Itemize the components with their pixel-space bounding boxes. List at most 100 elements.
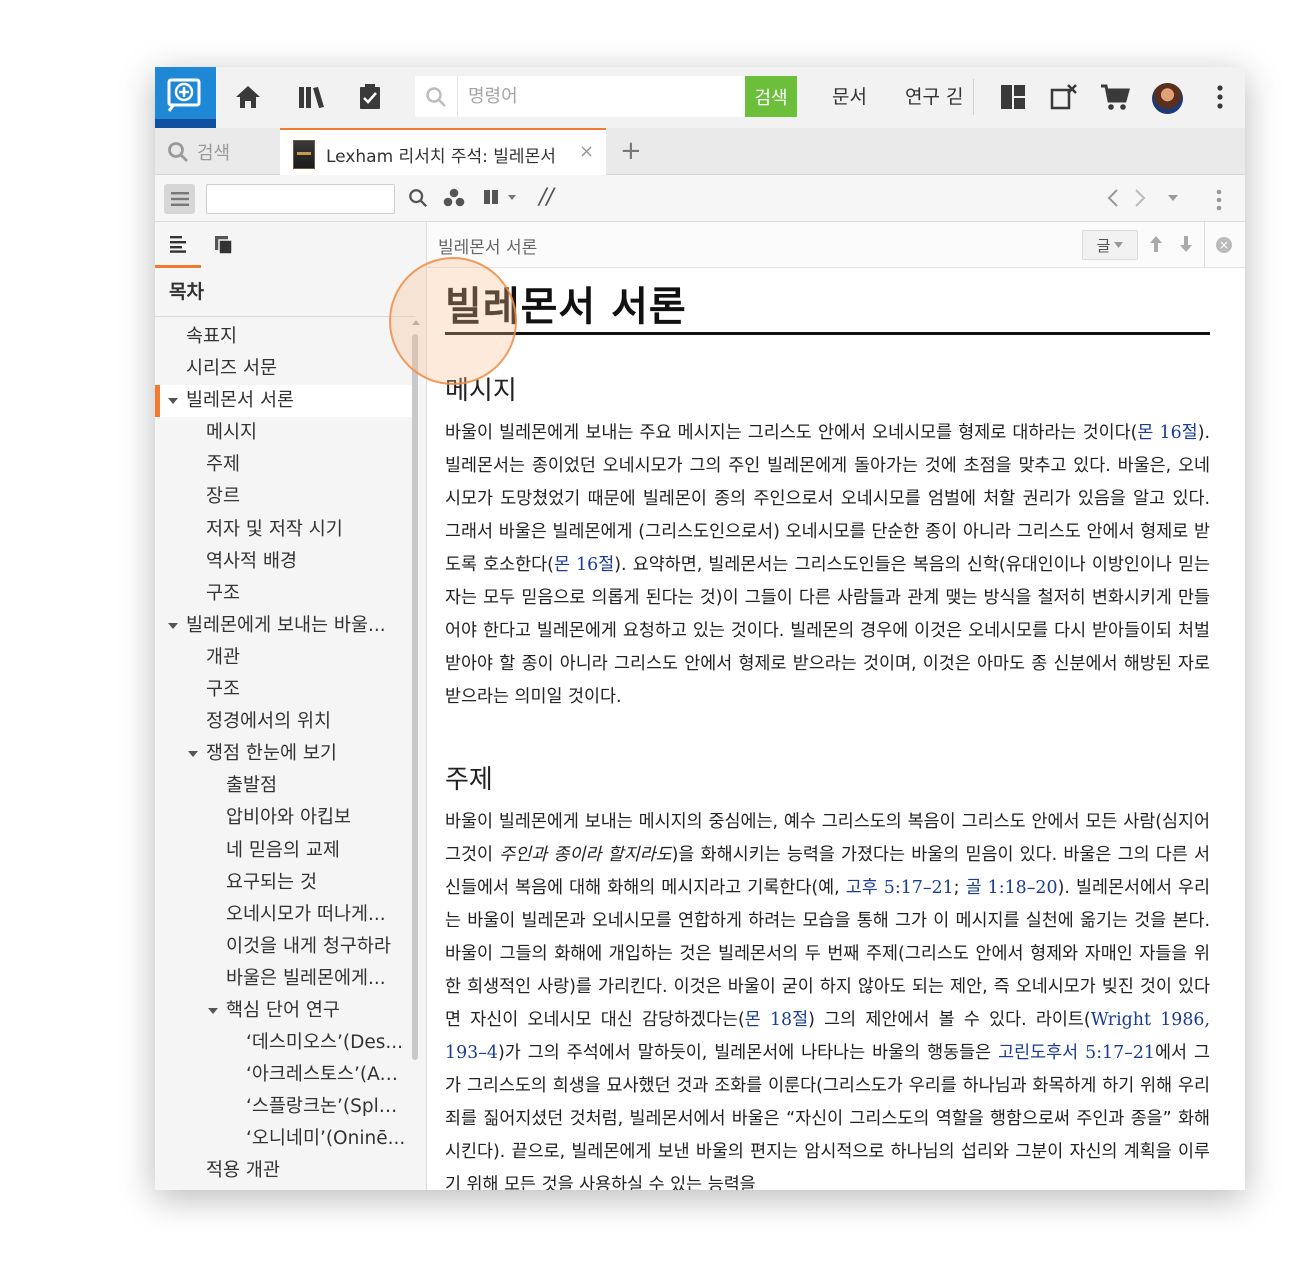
toc-item[interactable]: ‘아크레스토스’(Ac... bbox=[155, 1059, 413, 1091]
toc-item-label: 역사적 배경 bbox=[206, 550, 297, 572]
section-heading-theme: 주제 bbox=[445, 765, 493, 795]
toc-item[interactable]: ‘데스미오스’(Des... bbox=[155, 1027, 413, 1059]
book-cover-icon bbox=[293, 140, 315, 169]
resource-toolbar: // bbox=[155, 175, 1245, 222]
toc-item-label: 요구되는 것 bbox=[226, 871, 317, 893]
scripture-link[interactable]: 골 1:18–20 bbox=[966, 878, 1058, 898]
text-format-label: 글 bbox=[1096, 236, 1111, 255]
toc-item[interactable]: ‘스플랑크논’(Spla... bbox=[155, 1091, 413, 1123]
panel-tabs bbox=[155, 222, 427, 268]
toc-item-label: 출발점 bbox=[226, 775, 278, 797]
reference-box[interactable] bbox=[206, 184, 395, 214]
expand-caret-icon[interactable] bbox=[208, 1007, 218, 1014]
scroll-up-arrow[interactable] bbox=[412, 320, 420, 325]
scripture-link[interactable]: 몬 16절 bbox=[554, 555, 614, 575]
visual-filters-button[interactable] bbox=[443, 188, 465, 208]
toc-item-label: 구조 bbox=[206, 679, 241, 701]
more-vertical-icon bbox=[1216, 189, 1222, 211]
previous-section-button[interactable] bbox=[1148, 234, 1164, 258]
toc-item[interactable]: 주제 bbox=[155, 449, 413, 481]
toc-scrollbar[interactable] bbox=[412, 334, 418, 1060]
toc-item[interactable]: 네 믿음의 교제 bbox=[155, 835, 413, 867]
expand-caret-icon[interactable] bbox=[188, 751, 198, 758]
expand-caret-icon[interactable] bbox=[168, 398, 178, 405]
panel-menu-button[interactable] bbox=[1215, 188, 1223, 212]
toc-item-label: 압비아와 아킵보 bbox=[226, 807, 352, 829]
tab-copies[interactable] bbox=[201, 222, 247, 268]
expand-caret-icon[interactable] bbox=[168, 622, 178, 629]
toc-item[interactable]: 핵심 단어 연구 bbox=[155, 995, 413, 1027]
research-menu[interactable]: 연구 긷 bbox=[905, 82, 965, 109]
documents-menu[interactable]: 문서 bbox=[832, 82, 867, 109]
add-tab-button[interactable]: + bbox=[620, 136, 642, 166]
toc-item-label: 오네시모가 떠나게... bbox=[226, 903, 386, 925]
toc-item[interactable]: 이것을 내게 청구하라 bbox=[155, 931, 413, 963]
breadcrumb-divider bbox=[1204, 222, 1205, 268]
toc-item[interactable]: 쟁점 한눈에 보기 bbox=[155, 738, 413, 770]
toc-item[interactable]: 저자 및 저작 시기 bbox=[155, 514, 413, 546]
logos-home-logo[interactable] bbox=[155, 67, 216, 128]
next-section-button[interactable] bbox=[1178, 234, 1194, 258]
toc-item[interactable]: 역사적 배경 bbox=[155, 546, 413, 578]
stacked-pages-icon bbox=[215, 236, 233, 255]
scripture-link[interactable]: 고린도후서 5:17–21 bbox=[998, 1043, 1155, 1063]
tab-search-label: 검색 bbox=[197, 142, 231, 164]
close-panels-button[interactable] bbox=[1048, 81, 1080, 113]
history-dropdown[interactable] bbox=[1167, 194, 1179, 202]
scripture-link[interactable]: 몬 16절 bbox=[1137, 423, 1197, 443]
tab-search[interactable]: 검색 bbox=[155, 128, 279, 175]
home-icon bbox=[236, 86, 260, 108]
toc-item[interactable]: 구조 bbox=[155, 674, 413, 706]
toc-divider bbox=[155, 316, 415, 317]
tab-commentary[interactable]: Lexham 리서치 주석: 빌레몬서 × bbox=[280, 128, 606, 176]
toc-item[interactable]: 압비아와 아킵보 bbox=[155, 802, 413, 834]
toc-item-label: 저자 및 저작 시기 bbox=[206, 518, 343, 540]
parallel-resources-button[interactable]: // bbox=[539, 185, 554, 210]
toc-item-label: 적용 개관 bbox=[206, 1160, 280, 1182]
documents-checklist-button[interactable] bbox=[354, 81, 386, 113]
toc-item[interactable]: 장르 bbox=[155, 481, 413, 513]
scripture-link[interactable]: 고후 5:17–21 bbox=[846, 878, 954, 898]
toc-item[interactable]: 구조 bbox=[155, 578, 413, 610]
toc-item[interactable]: 빌레몬서 서론 bbox=[155, 385, 413, 418]
close-breadcrumb-icon[interactable]: × bbox=[1216, 237, 1232, 253]
tab-close-icon[interactable]: × bbox=[579, 141, 594, 162]
breadcrumb[interactable]: 빌레몬서 서론 bbox=[438, 233, 537, 258]
command-input[interactable] bbox=[457, 76, 745, 117]
scripture-link[interactable]: 몬 18절 bbox=[745, 1010, 808, 1030]
text-format-button[interactable]: 글 bbox=[1082, 230, 1138, 260]
toc-item[interactable]: 정경에서의 위치 bbox=[155, 706, 413, 738]
toc-item[interactable]: 개관 bbox=[155, 642, 413, 674]
toc-item[interactable]: 시리즈 서문 bbox=[155, 353, 413, 385]
page-title: 빌레몬서 서론 bbox=[445, 284, 687, 330]
forward-button[interactable] bbox=[1133, 188, 1147, 208]
toc-item-label: 빌레몬서 서론 bbox=[186, 390, 295, 412]
toc-item[interactable]: 바울은 빌레몬에게... bbox=[155, 963, 413, 995]
checklist-icon bbox=[360, 84, 380, 109]
toc-toggle-button[interactable] bbox=[164, 184, 195, 214]
back-button[interactable] bbox=[1106, 188, 1120, 208]
user-avatar[interactable] bbox=[1152, 83, 1183, 114]
toc-item-label: 주제 bbox=[206, 454, 241, 476]
toc-item[interactable]: 빌레몬에게 보내는 바울... bbox=[155, 610, 413, 642]
toc-item[interactable]: 오네시모가 떠나게... bbox=[155, 899, 413, 931]
command-search-button[interactable]: 검색 bbox=[745, 76, 797, 117]
toc-item[interactable]: 적용 개관 bbox=[155, 1155, 413, 1187]
home-button[interactable] bbox=[232, 81, 264, 113]
panel-layout-button[interactable] bbox=[483, 188, 517, 206]
command-box bbox=[415, 76, 745, 117]
find-in-resource-button[interactable] bbox=[408, 188, 428, 208]
toc-item[interactable]: ‘오니네미’(Oninē... bbox=[155, 1123, 413, 1155]
toc-item[interactable]: 속표지 bbox=[155, 321, 413, 353]
toc-item[interactable]: 출발점 bbox=[155, 770, 413, 802]
tab-bar: 검색 Lexham 리서치 주석: 빌레몬서 × + bbox=[155, 128, 1245, 176]
library-button[interactable] bbox=[296, 81, 328, 113]
tab-table-of-contents[interactable] bbox=[155, 222, 201, 268]
layouts-button[interactable] bbox=[997, 81, 1029, 113]
toc-item-label: 시리즈 서문 bbox=[186, 358, 277, 380]
panels-close-icon bbox=[1050, 84, 1077, 110]
toc-item[interactable]: 요구되는 것 bbox=[155, 867, 413, 899]
toc-item[interactable]: 메시지 bbox=[155, 417, 413, 449]
cart-button[interactable] bbox=[1099, 81, 1131, 113]
more-options-button[interactable] bbox=[1204, 81, 1236, 113]
